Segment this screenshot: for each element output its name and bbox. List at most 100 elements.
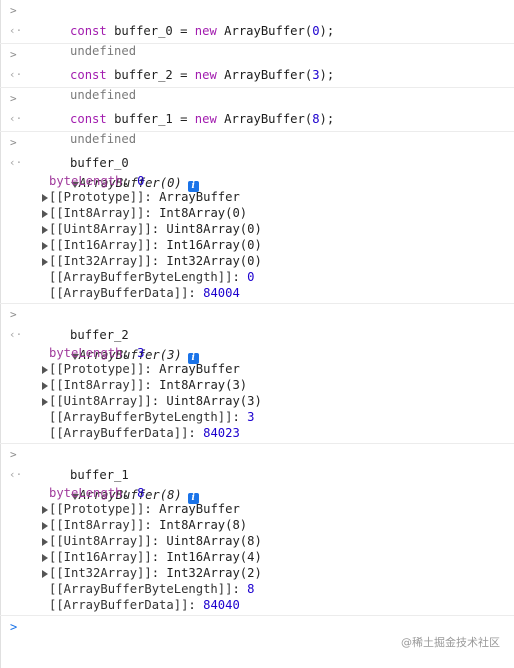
input-chevron-icon: > bbox=[10, 620, 18, 634]
property-row: [[ArrayBufferData]]: 84023 bbox=[0, 425, 514, 441]
property-key: [[Prototype]] bbox=[49, 362, 145, 376]
console-command-entry: > const buffer_0 = new ArrayBuffer(0); ‹·… bbox=[0, 0, 514, 58]
property-colon: : bbox=[144, 190, 160, 204]
property-key: [[Int32Array]] bbox=[49, 254, 152, 268]
expand-triangle-right-icon[interactable] bbox=[40, 566, 49, 582]
property-value: Int32Array(2) bbox=[166, 566, 262, 580]
object-header[interactable]: ‹· ArrayBuffer(8) i bbox=[0, 465, 514, 504]
property-row[interactable]: [[Int16Array]]: Int16Array(4) bbox=[0, 549, 514, 565]
expand-triangle-right-icon[interactable] bbox=[40, 534, 49, 550]
property-value: Uint8Array(0) bbox=[166, 222, 262, 236]
return-arrow-icon: ‹· bbox=[9, 112, 23, 125]
property-key: byteLength bbox=[49, 486, 123, 500]
property-row[interactable]: [[Uint8Array]]: Uint8Array(8) bbox=[0, 533, 514, 549]
devtools-console[interactable]: > const buffer_0 = new ArrayBuffer(0); ‹·… bbox=[0, 0, 514, 638]
property-value: Int8Array(3) bbox=[159, 378, 248, 392]
property-colon: : bbox=[232, 270, 248, 284]
expand-triangle-right-icon[interactable] bbox=[40, 378, 49, 394]
return-arrow-icon: ‹· bbox=[9, 468, 23, 481]
command-line[interactable]: > const buffer_1 = new ArrayBuffer(8); bbox=[0, 89, 514, 126]
expand-triangle-right-icon[interactable] bbox=[40, 502, 49, 518]
property-row[interactable]: [[Int32Array]]: Int32Array(2) bbox=[0, 565, 514, 581]
property-key: [[Uint8Array]] bbox=[49, 394, 152, 408]
expand-triangle-right-icon[interactable] bbox=[40, 518, 49, 534]
property-value: 8 bbox=[247, 582, 255, 596]
property-row[interactable]: [[Prototype]]: ArrayBuffer bbox=[0, 501, 514, 517]
property-value: 0 bbox=[247, 270, 255, 284]
property-row[interactable]: [[Int8Array]]: Int8Array(0) bbox=[0, 205, 514, 221]
console-command-entry: > const buffer_2 = new ArrayBuffer(3); ‹·… bbox=[0, 44, 514, 102]
property-value: 84040 bbox=[203, 598, 240, 612]
prompt-chevron-icon: > bbox=[10, 4, 17, 17]
property-row[interactable]: [[Int8Array]]: Int8Array(8) bbox=[0, 517, 514, 533]
property-value: Int32Array(0) bbox=[166, 254, 262, 268]
command-line[interactable]: > const buffer_2 = new ArrayBuffer(3); bbox=[0, 45, 514, 82]
result-line: ‹· undefined bbox=[0, 65, 514, 102]
property-key: [[ArrayBufferByteLength]] bbox=[49, 270, 233, 284]
property-colon: : bbox=[151, 566, 167, 580]
command-line[interactable]: > const buffer_0 = new ArrayBuffer(0); bbox=[0, 1, 514, 38]
property-row[interactable]: [[Uint8Array]]: Uint8Array(0) bbox=[0, 221, 514, 237]
property-row[interactable]: [[Prototype]]: ArrayBuffer bbox=[0, 361, 514, 377]
property-row[interactable]: [[Int8Array]]: Int8Array(3) bbox=[0, 377, 514, 393]
property-colon: : bbox=[151, 254, 167, 268]
property-row[interactable]: [[Int32Array]]: Int32Array(0) bbox=[0, 253, 514, 269]
object-header[interactable]: ‹· ArrayBuffer(0) i bbox=[0, 153, 514, 192]
watermark: @稀土掘金技术社区 bbox=[401, 636, 500, 649]
expand-triangle-right-icon[interactable] bbox=[40, 222, 49, 238]
property-row[interactable]: [[Uint8Array]]: Uint8Array(3) bbox=[0, 393, 514, 409]
object-header[interactable]: ‹· ArrayBuffer(3) i bbox=[0, 325, 514, 364]
property-row: byteLength: 8 bbox=[0, 485, 514, 501]
prompt-chevron-icon: > bbox=[10, 448, 17, 461]
property-row: byteLength: 0 bbox=[0, 173, 514, 189]
prompt-chevron-icon: > bbox=[10, 136, 17, 149]
property-value: ArrayBuffer bbox=[159, 502, 240, 516]
property-row[interactable]: [[Prototype]]: ArrayBuffer bbox=[0, 189, 514, 205]
property-colon: : bbox=[151, 534, 167, 548]
property-key: byteLength bbox=[49, 174, 123, 188]
prompt-chevron-icon: > bbox=[10, 92, 17, 105]
command-line[interactable]: > buffer_2 bbox=[0, 305, 514, 342]
property-row[interactable]: [[Int16Array]]: Int16Array(0) bbox=[0, 237, 514, 253]
expand-triangle-right-icon[interactable] bbox=[40, 254, 49, 270]
property-value: 3 bbox=[137, 346, 145, 360]
expand-triangle-right-icon[interactable] bbox=[40, 206, 49, 222]
expand-triangle-right-icon[interactable] bbox=[40, 190, 49, 206]
console-inspection-entry: > buffer_1 ‹· ArrayBuffer(8) i byteLength: … bbox=[0, 444, 514, 616]
property-colon: : bbox=[144, 378, 160, 392]
property-colon: : bbox=[151, 222, 167, 236]
property-value: 0 bbox=[137, 174, 145, 188]
property-colon: : bbox=[144, 518, 160, 532]
property-colon: : bbox=[122, 486, 138, 500]
return-arrow-icon: ‹· bbox=[9, 68, 23, 81]
property-value: Uint8Array(3) bbox=[166, 394, 262, 408]
property-key: [[ArrayBufferByteLength]] bbox=[49, 410, 233, 424]
result-line: ‹· undefined bbox=[0, 109, 514, 146]
expand-triangle-right-icon[interactable] bbox=[40, 394, 49, 410]
property-key: [[Uint8Array]] bbox=[49, 534, 152, 548]
property-value: Int16Array(0) bbox=[166, 238, 262, 252]
property-colon: : bbox=[122, 174, 138, 188]
console-command-entry: > const buffer_1 = new ArrayBuffer(8); ‹·… bbox=[0, 88, 514, 146]
property-key: byteLength bbox=[49, 346, 123, 360]
expand-triangle-right-icon[interactable] bbox=[40, 238, 49, 254]
property-key: [[Prototype]] bbox=[49, 190, 145, 204]
property-key: [[Int8Array]] bbox=[49, 378, 145, 392]
expand-triangle-right-icon[interactable] bbox=[40, 550, 49, 566]
command-line[interactable]: > buffer_1 bbox=[0, 445, 514, 482]
property-colon: : bbox=[151, 394, 167, 408]
property-value: ArrayBuffer bbox=[159, 362, 240, 376]
property-colon: : bbox=[144, 362, 160, 376]
expand-triangle-right-icon[interactable] bbox=[40, 362, 49, 378]
prompt-chevron-icon: > bbox=[10, 48, 17, 61]
property-row: [[ArrayBufferData]]: 84004 bbox=[0, 285, 514, 301]
command-line[interactable]: > buffer_0 bbox=[0, 133, 514, 170]
console-inspection-entry: > buffer_2 ‹· ArrayBuffer(3) i byteLength: … bbox=[0, 304, 514, 444]
property-row: [[ArrayBufferByteLength]]: 0 bbox=[0, 269, 514, 285]
property-row: byteLength: 3 bbox=[0, 345, 514, 361]
property-value: Int16Array(4) bbox=[166, 550, 262, 564]
property-key: [[Int32Array]] bbox=[49, 566, 152, 580]
property-colon: : bbox=[144, 206, 160, 220]
property-key: [[Int8Array]] bbox=[49, 518, 145, 532]
property-colon: : bbox=[151, 238, 167, 252]
